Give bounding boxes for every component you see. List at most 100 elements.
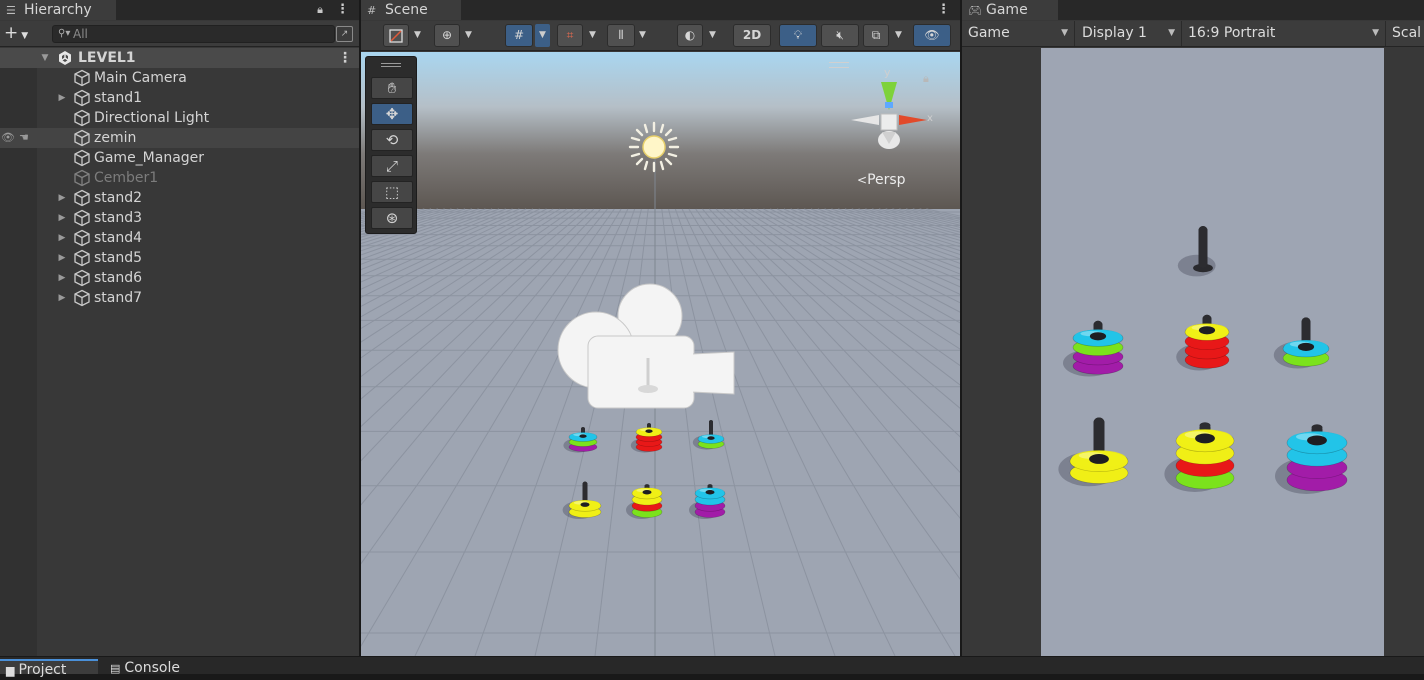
hierarchy-item[interactable]: 👁︎ ☚ zemin [0, 128, 359, 148]
orientation-gizmo[interactable]: y x [849, 62, 939, 152]
hierarchy-item-label: stand1 [94, 90, 143, 106]
expand-arrow-icon[interactable]: ▶ [56, 268, 68, 288]
stand-stack [1177, 226, 1216, 277]
hierarchy-item[interactable]: Game_Manager [0, 148, 359, 168]
hierarchy-item[interactable]: ▶ stand6 [0, 268, 359, 288]
chevron-down-icon[interactable]: ▼ [891, 24, 906, 47]
scene-panel: # Scene ⋮ ▼ ⊕ ▼ # ▼ ⌗ ▼ ⦀ ▼ ◐ ▼ 2D 💡︎ 🔇︎ … [361, 0, 960, 656]
game-mode-dropdown[interactable]: Game ▼ [962, 21, 1075, 46]
hierarchy-item[interactable]: ▶ stand7 [0, 288, 359, 308]
projection-label[interactable]: <Persp [857, 172, 906, 188]
hierarchy-tab-label: Hierarchy [24, 2, 92, 18]
gameobject-cube-icon [73, 149, 91, 167]
stand-stack [1058, 417, 1129, 487]
visibility-eye-icon[interactable]: 👁︎ [1, 128, 17, 148]
expand-arrow-icon[interactable]: ▶ [56, 88, 68, 108]
chevron-down-icon: ▼ [1061, 28, 1068, 38]
move-tool-icon[interactable]: ✥ [371, 103, 413, 125]
hierarchy-item[interactable]: Main Camera [0, 68, 359, 88]
transform-tool-icon[interactable]: ⊛ [371, 207, 413, 229]
project-tab-label: Project [18, 662, 67, 678]
hierarchy-item[interactable]: ▶ stand4 [0, 228, 359, 248]
game-panel: 🎮︎ Game Game ▼ Display 1 ▼ 16:9 Portrait ▼ S… [962, 0, 1424, 656]
display-label: Display 1 [1082, 25, 1147, 41]
tab-hierarchy[interactable]: ☰ Hierarchy [0, 0, 116, 20]
expand-arrow-icon[interactable]: ▶ [56, 288, 68, 308]
hierarchy-panel: ☰ Hierarchy 🔒︎ ⋮ + ▼ ⚲▾ All ↗ ▼ LEVEL1 ⋮ Ma… [0, 0, 359, 656]
gizmo-menu-icon[interactable] [829, 62, 849, 68]
rotate-tool-icon[interactable]: ⟲ [371, 129, 413, 151]
scene-tab-label: Scene [385, 2, 428, 18]
hierarchy-item[interactable]: Directional Light [0, 108, 359, 128]
list-icon: ☰ [6, 4, 16, 17]
scene-more-icon[interactable]: ⋮ [937, 0, 950, 20]
tab-scene[interactable]: # Scene [361, 0, 461, 20]
game-tab-label: Game [986, 2, 1028, 18]
expand-arrow-icon[interactable]: ▶ [56, 228, 68, 248]
scale-tool-icon[interactable]: ⤢ [371, 155, 413, 177]
gameobject-cube-icon [73, 269, 91, 287]
expand-arrow-icon[interactable]: ▶ [56, 208, 68, 228]
camera-icon[interactable] [556, 282, 736, 412]
stand-stack [1164, 422, 1235, 492]
chevron-down-icon[interactable]: ▼ [705, 24, 720, 47]
chevron-down-icon[interactable]: ▼ [461, 24, 476, 47]
chevron-down-icon: ▼ [1168, 28, 1175, 38]
hierarchy-item[interactable]: ▶ stand5 [0, 248, 359, 268]
grid-visibility-icon[interactable]: ⦀ [607, 24, 635, 47]
tab-project[interactable]: ▆ Project [0, 659, 98, 678]
hierarchy-item[interactable]: ▶ stand3 [0, 208, 359, 228]
hierarchy-item[interactable]: ▶ stand1 [0, 88, 359, 108]
rect-tool-icon[interactable]: ⬚ [371, 181, 413, 203]
add-object-button[interactable]: + ▼ [4, 24, 38, 44]
effects-icon[interactable]: ⧉ [863, 24, 889, 47]
draw-mode-icon[interactable] [383, 24, 409, 47]
scene-visibility-icon[interactable]: 👁︎ [913, 24, 951, 47]
increment-snap-icon[interactable]: ⌗ [557, 24, 583, 47]
global-space-icon[interactable]: ⊕ [434, 24, 460, 47]
tab-console[interactable]: ▤ Console [104, 659, 204, 676]
hierarchy-item[interactable]: Cember1 [0, 168, 359, 188]
toggle-2d-button[interactable]: 2D [733, 24, 771, 47]
gameobject-cube-icon [73, 289, 91, 307]
gameobject-cube-icon [73, 249, 91, 267]
hierarchy-item-label: stand6 [94, 270, 143, 286]
scale-slider[interactable]: Scal [1386, 21, 1424, 46]
stand-stack [689, 484, 726, 519]
hierarchy-item-label: Directional Light [94, 110, 210, 126]
scene-viewport[interactable]: ✋︎ ✥ ⟲ ⤢ ⬚ ⊛ 🔒︎ y x <Persp [361, 52, 960, 656]
hierarchy-search-input[interactable]: ⚲▾ All [52, 25, 335, 43]
expand-arrow-icon[interactable]: ▶ [56, 188, 68, 208]
lock-icon[interactable]: 🔒︎ [314, 1, 326, 19]
scene-options-icon[interactable]: ⋮ [338, 48, 352, 68]
game-viewport[interactable] [1041, 48, 1384, 656]
more-options-icon[interactable]: ⋮ [336, 0, 349, 20]
pickable-hand-icon[interactable]: ☚ [19, 128, 35, 148]
hierarchy-item-label: stand5 [94, 250, 143, 266]
chevron-down-icon[interactable]: ▼ [635, 24, 650, 47]
gizmo-x-label: x [927, 113, 933, 124]
aspect-label: 16:9 Portrait [1188, 25, 1276, 41]
expand-arrow-icon[interactable]: ▼ [39, 48, 51, 68]
grid-snap-icon[interactable]: # [505, 24, 533, 47]
hand-tool-icon[interactable]: ✋︎ [371, 77, 413, 99]
aspect-dropdown[interactable]: 16:9 Portrait ▼ [1182, 21, 1386, 46]
display-dropdown[interactable]: Display 1 ▼ [1076, 21, 1182, 46]
chevron-down-icon: ▼ [1372, 28, 1379, 38]
gameobject-cube-icon [73, 229, 91, 247]
chevron-down-icon[interactable]: ▼ [410, 24, 425, 47]
lighting-toggle-icon[interactable]: 💡︎ [779, 24, 817, 47]
audio-toggle-icon[interactable]: 🔇︎ [821, 24, 859, 47]
chevron-down-icon[interactable]: ▼ [585, 24, 600, 47]
hierarchy-item-label: zemin [94, 130, 137, 146]
search-mode-icon[interactable]: ↗ [336, 26, 353, 42]
scene-root-row[interactable]: ▼ LEVEL1 ⋮ [0, 48, 359, 68]
drag-handle-icon[interactable] [381, 63, 401, 67]
shading-mode-icon[interactable]: ◐ [677, 24, 703, 47]
scene-toolbar: ▼ ⊕ ▼ # ▼ ⌗ ▼ ⦀ ▼ ◐ ▼ 2D 💡︎ 🔇︎ ⧉ ▼ 👁︎ [361, 21, 960, 51]
light-icon[interactable] [627, 120, 681, 174]
tab-game[interactable]: 🎮︎ Game [962, 0, 1058, 20]
expand-arrow-icon[interactable]: ▶ [56, 248, 68, 268]
hierarchy-item[interactable]: ▶ stand2 [0, 188, 359, 208]
chevron-down-icon[interactable]: ▼ [535, 24, 550, 47]
